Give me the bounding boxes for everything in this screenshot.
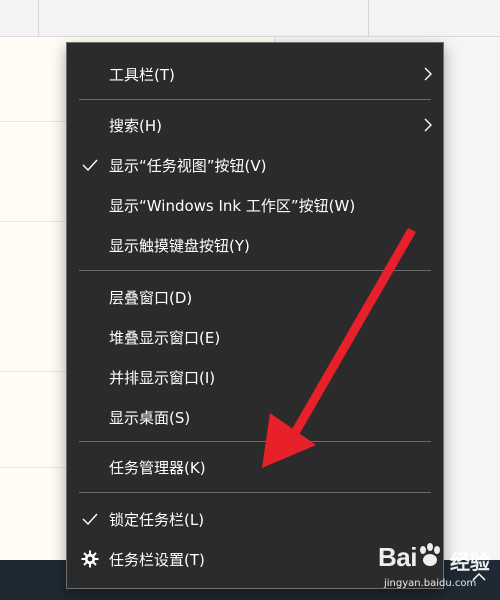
menu-item-label: 任务栏设置(T): [109, 550, 205, 569]
checkmark-icon: [81, 156, 99, 174]
menu-item-label: 任务管理器(K): [109, 458, 206, 477]
chevron-right-icon: [423, 66, 433, 82]
menu-item-search[interactable]: 搜索(H): [67, 105, 443, 145]
menu-item-taskbar-settings[interactable]: 任务栏设置(T): [67, 539, 443, 579]
background-toolbar: [0, 0, 500, 37]
menu-item-label: 并排显示窗口(I): [109, 368, 216, 387]
menu-item-label: 显示“任务视图”按钮(V): [109, 156, 267, 175]
menu-separator: [79, 99, 431, 100]
checkmark-icon: [81, 510, 99, 528]
menu-separator: [79, 441, 431, 442]
chevron-right-icon: [423, 117, 433, 133]
toolbar-divider: [38, 0, 39, 36]
menu-separator: [79, 492, 431, 493]
menu-item-label: 显示桌面(S): [109, 408, 191, 427]
menu-item-label: 堆叠显示窗口(E): [109, 328, 221, 347]
menu-item-lock-taskbar[interactable]: 锁定任务栏(L): [67, 499, 443, 539]
menu-item-show-windows-ink-button[interactable]: 显示“Windows Ink 工作区”按钮(W): [67, 185, 443, 225]
menu-separator: [79, 270, 431, 271]
chevron-up-icon[interactable]: [470, 568, 488, 586]
menu-item-label: 工具栏(T): [109, 65, 175, 84]
taskbar-context-menu: 工具栏(T) 搜索(H) 显示“任务视图”按钮(V) 显示“Windows In…: [66, 42, 444, 589]
menu-item-task-manager[interactable]: 任务管理器(K): [67, 447, 443, 487]
menu-item-label: 层叠窗口(D): [109, 288, 193, 307]
menu-item-stack-windows[interactable]: 堆叠显示窗口(E): [67, 317, 443, 357]
gear-icon: [81, 550, 99, 568]
menu-item-toolbars[interactable]: 工具栏(T): [67, 54, 443, 94]
menu-item-show-touch-keyboard-button[interactable]: 显示触摸键盘按钮(Y): [67, 225, 443, 265]
menu-item-show-desktop[interactable]: 显示桌面(S): [67, 397, 443, 437]
menu-item-label: 显示“Windows Ink 工作区”按钮(W): [109, 196, 356, 215]
toolbar-divider: [368, 0, 369, 36]
menu-item-label: 搜索(H): [109, 116, 162, 135]
menu-item-label: 显示触摸键盘按钮(Y): [109, 236, 250, 255]
menu-item-label: 锁定任务栏(L): [109, 510, 205, 529]
menu-item-cascade-windows[interactable]: 层叠窗口(D): [67, 277, 443, 317]
menu-item-side-by-side-windows[interactable]: 并排显示窗口(I): [67, 357, 443, 397]
menu-item-show-task-view-button[interactable]: 显示“任务视图”按钮(V): [67, 145, 443, 185]
